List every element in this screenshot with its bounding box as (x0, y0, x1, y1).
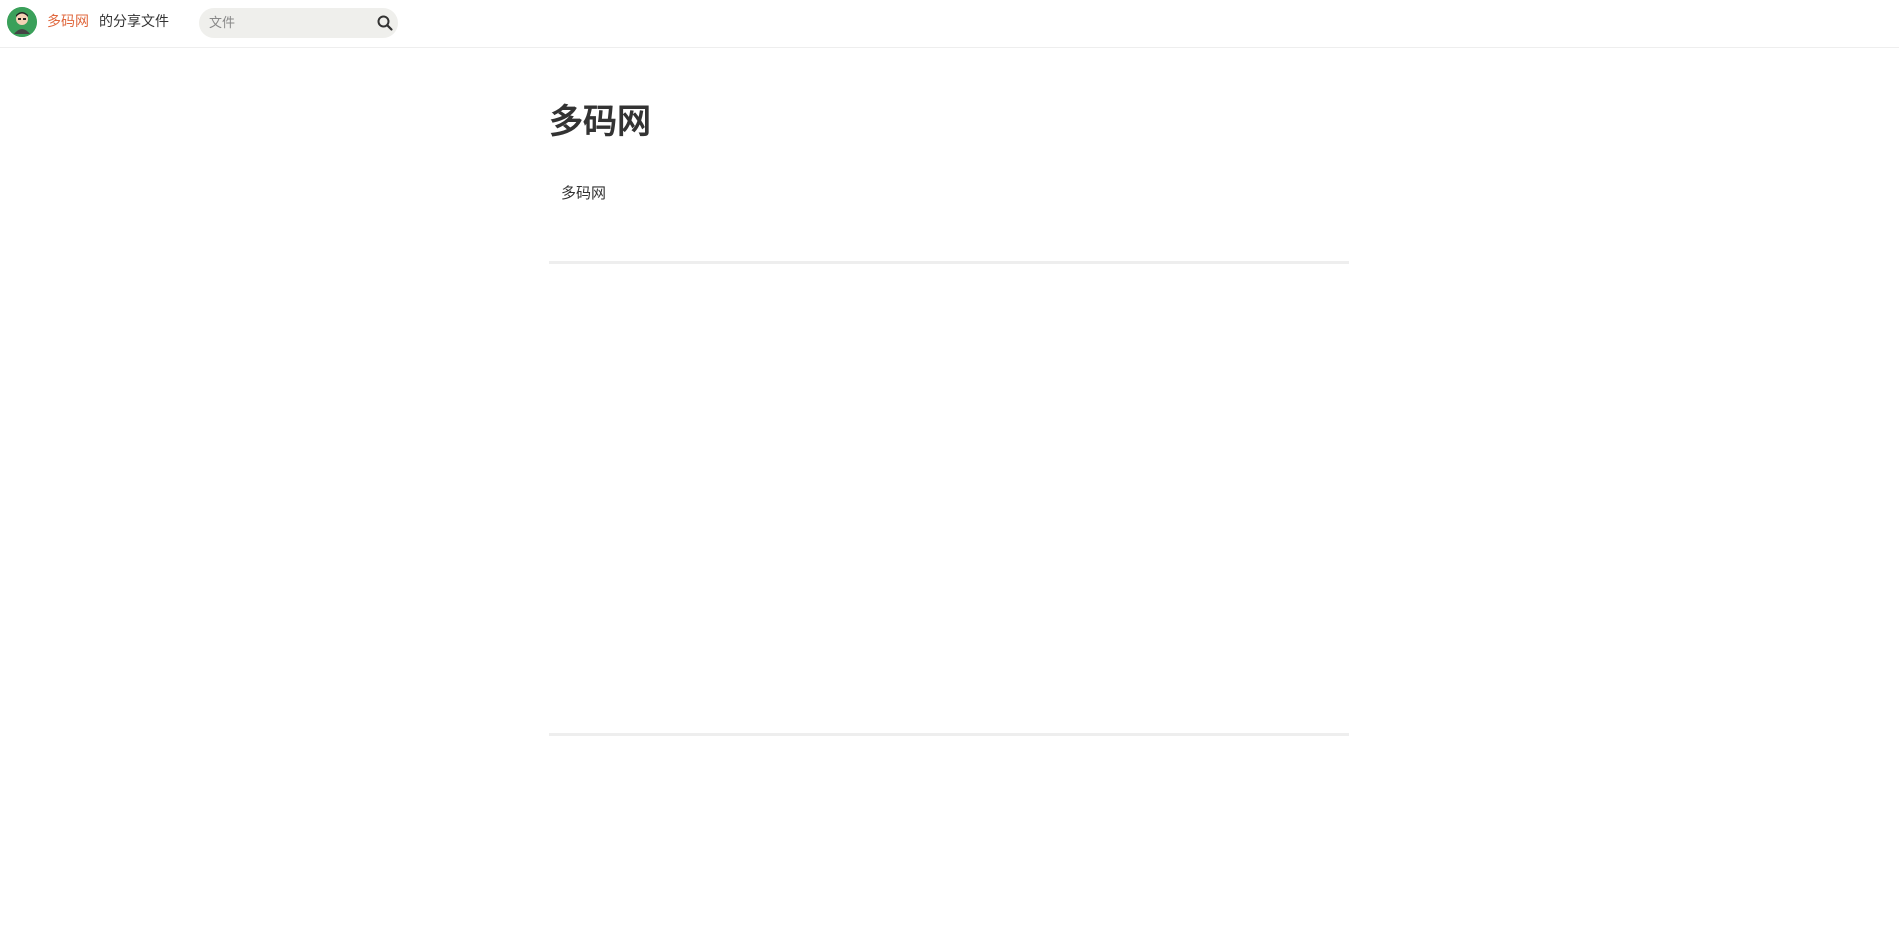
main-content: 多码网 多码网 (549, 96, 1349, 202)
page-title: 多码网 (549, 102, 651, 142)
page-description: 多码网 (561, 184, 607, 202)
search-box (199, 8, 398, 38)
avatar-icon (7, 7, 37, 37)
search-button[interactable] (376, 14, 394, 32)
search-icon (377, 15, 393, 31)
search-input[interactable] (209, 8, 369, 38)
user-avatar[interactable] (7, 7, 37, 37)
file-list-area (549, 264, 1349, 733)
site-suffix-label: 的分享文件 (99, 14, 169, 30)
top-bar: 多码网 的分享文件 (0, 0, 1899, 48)
site-name-link[interactable]: 多码网 (47, 13, 89, 31)
divider-bottom (549, 733, 1349, 736)
